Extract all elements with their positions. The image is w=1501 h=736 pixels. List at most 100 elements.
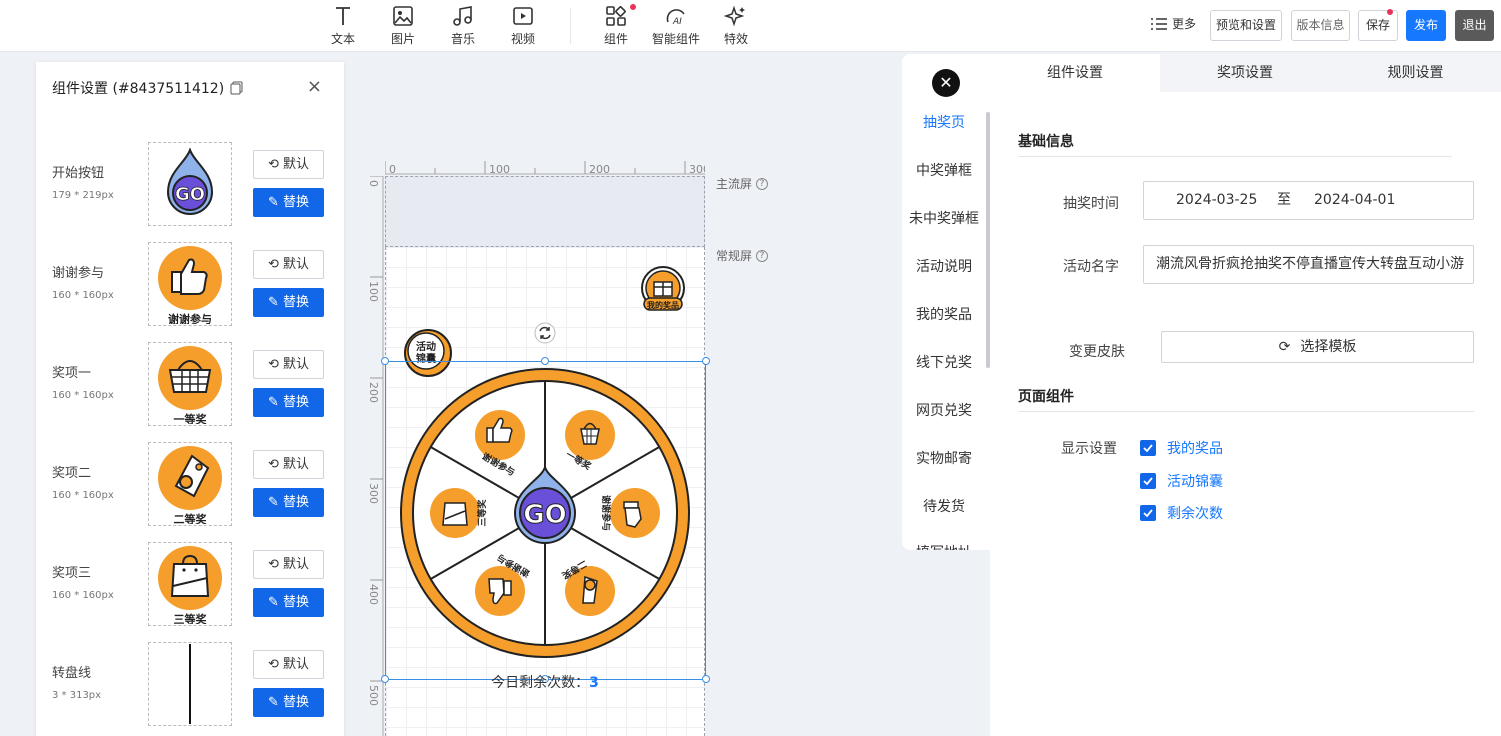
close-icon[interactable]: ✕ (932, 69, 960, 97)
page-components-title: 页面组件 (1018, 389, 1074, 405)
replace-button[interactable]: ✎ 替换 (253, 688, 324, 717)
publish-button[interactable]: 发布 (1406, 10, 1446, 41)
toolbar-image[interactable]: 图片 (373, 4, 433, 47)
rotate-handle-icon[interactable] (534, 322, 556, 344)
page-item-offline-redeem[interactable]: 线下兑奖 (902, 352, 986, 372)
checkbox-label: 剩余次数 (1167, 506, 1223, 522)
date-separator: 至 (1277, 192, 1291, 208)
toolbar-ai-label: 智能组件 (651, 32, 700, 46)
svg-text:500: 500 (367, 685, 380, 706)
check-icon (1140, 440, 1156, 456)
checkbox-my-prizes[interactable]: 我的奖品 (1140, 438, 1223, 458)
page-item-mail[interactable]: 实物邮寄 (902, 448, 986, 468)
toolbar-components[interactable]: 组件 (586, 4, 646, 47)
reset-default-button[interactable]: ⟲ 默认 (253, 150, 324, 179)
svg-text:二等奖: 二等奖 (174, 512, 208, 524)
page-item-lottery[interactable]: 抽奖页 (902, 112, 986, 132)
replace-button[interactable]: ✎ 替换 (253, 488, 324, 517)
tab-rule-settings[interactable]: 规则设置 (1330, 54, 1501, 92)
normal-screen-label: 常规屏? (716, 247, 769, 264)
copy-icon[interactable] (230, 81, 243, 95)
svg-text:300: 300 (367, 483, 380, 504)
reset-default-label: 默认 (283, 257, 310, 272)
date-range-picker[interactable]: 2024-03-25 至 2024-04-01 (1143, 181, 1474, 220)
reset-default-button[interactable]: ⟲ 默认 (253, 450, 324, 479)
page-item-web-redeem[interactable]: 网页兑奖 (902, 400, 986, 420)
start-date: 2024-03-25 (1176, 192, 1258, 208)
reset-default-button[interactable]: ⟲ 默认 (253, 350, 324, 379)
reset-default-label: 默认 (283, 457, 310, 472)
toolbar-video[interactable]: 视频 (493, 4, 553, 47)
my-prize-badge[interactable]: 我的奖品 (640, 265, 686, 315)
page-item-address[interactable]: 填写地址 (902, 542, 986, 550)
replace-label: 替换 (283, 695, 310, 710)
resize-handle[interactable] (702, 357, 710, 365)
panel-title: 组件设置 (#8437511412) (52, 78, 243, 98)
preview-settings-button[interactable]: 预览和设置 (1210, 10, 1282, 41)
activity-name-input[interactable]: 潮流风骨折疯抢抽奖不停直播宣传大转盘互动小游 (1143, 245, 1474, 284)
tab-component-settings[interactable]: 组件设置 (990, 54, 1160, 92)
svg-text:100: 100 (489, 163, 510, 175)
svg-text:300: 300 (689, 163, 705, 175)
help-icon[interactable]: ? (756, 177, 769, 190)
component-row-thanks: 谢谢参与 160 * 160px 谢谢参与 ⟲ 默认 ✎ 替换 (36, 242, 344, 332)
page-item-pending[interactable]: 待发货 (902, 496, 986, 516)
page-item-lose-popup[interactable]: 未中奖弹框 (902, 208, 986, 228)
panel-title-text: 组件设置 (#8437511412) (52, 81, 225, 97)
toolbar-divider (570, 8, 571, 44)
close-icon[interactable]: × (307, 76, 322, 97)
checkbox-activity-tips[interactable]: 活动锦囊 (1140, 471, 1223, 491)
reset-default-button[interactable]: ⟲ 默认 (253, 650, 324, 679)
page-list: ✕ 抽奖页 中奖弹框 未中奖弹框 活动说明 我的奖品 线下兑奖 网页兑奖 实物邮… (902, 54, 990, 550)
toolbar-music[interactable]: 音乐 (433, 4, 493, 47)
save-button[interactable]: 保存 (1358, 9, 1398, 41)
component-thumbnail: 一等奖 (148, 342, 232, 426)
toolbar-text[interactable]: 文本 (313, 4, 373, 47)
check-icon (1140, 473, 1156, 489)
component-name: 奖项一 (52, 366, 92, 381)
top-toolbar: 文本 图片 音乐 视频 组件 AI 智能组件 特效 更多 预览和设置 版本信息 … (0, 0, 1501, 52)
svg-text:一等奖: 一等奖 (174, 412, 208, 424)
more-menu[interactable]: 更多 (1150, 15, 1196, 32)
toolbar-ai[interactable]: AI 智能组件 (646, 4, 706, 47)
resize-handle[interactable] (381, 357, 389, 365)
page-item-win-popup[interactable]: 中奖弹框 (902, 160, 986, 180)
line-icon (189, 644, 191, 724)
more-label: 更多 (1172, 17, 1197, 31)
page-item-description[interactable]: 活动说明 (902, 256, 986, 276)
toolbar-effects[interactable]: 特效 (706, 4, 766, 47)
replace-label: 替换 (283, 295, 310, 310)
checkbox-remaining-count[interactable]: 剩余次数 (1140, 503, 1223, 523)
component-thumbnail: GO (148, 142, 232, 226)
replace-button[interactable]: ✎ 替换 (253, 288, 324, 317)
component-name: 转盘线 (52, 666, 92, 681)
bag-icon: 三等奖 (158, 546, 222, 624)
exit-button[interactable]: 退出 (1455, 10, 1494, 41)
notification-dot (630, 4, 636, 10)
main-screen-label: 主流屏? (716, 175, 769, 192)
component-thumbnail: 谢谢参与 (148, 242, 232, 326)
choose-template-button[interactable]: ⟳ 选择模板 (1161, 331, 1474, 363)
version-info-button[interactable]: 版本信息 (1291, 10, 1350, 41)
replace-label: 替换 (283, 395, 310, 410)
reset-default-button[interactable]: ⟲ 默认 (253, 550, 324, 579)
component-name: 奖项三 (52, 566, 92, 581)
component-name: 谢谢参与 (52, 266, 105, 281)
component-row-start-button: 开始按钮 179 * 219px GO ⟲ 默认 ✎ 替换 (36, 142, 344, 232)
basket-icon: 一等奖 (158, 346, 222, 424)
replace-button[interactable]: ✎ 替换 (253, 588, 324, 617)
component-size: 160 * 160px (52, 590, 114, 601)
svg-text:AI: AI (672, 17, 682, 27)
component-name: 开始按钮 (52, 166, 105, 181)
components-icon (606, 6, 626, 26)
reset-default-button[interactable]: ⟲ 默认 (253, 250, 324, 279)
tab-prize-settings[interactable]: 奖项设置 (1160, 54, 1330, 92)
replace-button[interactable]: ✎ 替换 (253, 388, 324, 417)
resize-handle[interactable] (541, 357, 549, 365)
activity-name-label: 活动名字 (1063, 259, 1119, 275)
replace-button[interactable]: ✎ 替换 (253, 188, 324, 217)
svg-text:200: 200 (589, 163, 610, 175)
help-icon[interactable]: ? (756, 249, 769, 262)
svg-text:0: 0 (389, 163, 396, 175)
page-item-my-prizes[interactable]: 我的奖品 (902, 304, 986, 324)
